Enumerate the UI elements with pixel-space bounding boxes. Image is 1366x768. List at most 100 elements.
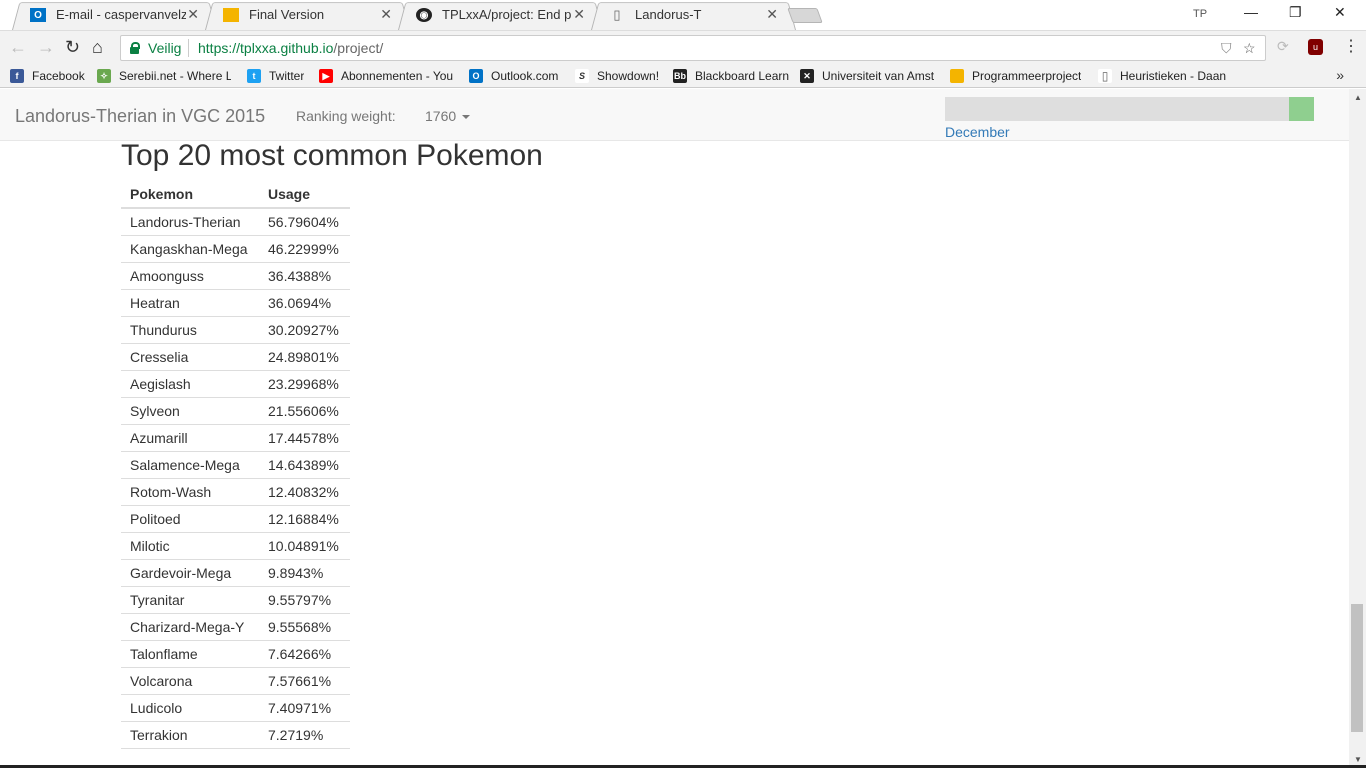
tab-final-version[interactable]: Final Version ✕ <box>205 0 410 30</box>
scroll-up-icon[interactable]: ▲ <box>1354 93 1362 102</box>
bookmark-programmeerproject[interactable]: Programmeerproject <box>950 68 1081 84</box>
tab-email[interactable]: O E-mail - caspervanvelzen ✕ <box>12 0 217 30</box>
usage-percent: 17.44578% <box>259 423 350 451</box>
chevron-right-icon[interactable]: » <box>1336 67 1344 83</box>
table-row: Talonflame 7.64266% <box>121 639 350 667</box>
table-row: Politoed 12.16884% <box>121 504 350 532</box>
restore-icon[interactable]: ❐ <box>1289 4 1302 21</box>
address-bar[interactable]: Veilig https://tplxxa.github.io/project/… <box>120 35 1266 61</box>
close-icon[interactable]: ✕ <box>573 6 585 23</box>
bookmark-outlook[interactable]: O Outlook.com <box>469 68 558 84</box>
usage-percent: 9.55797% <box>259 585 350 613</box>
usage-percent: 9.8943% <box>259 558 350 586</box>
scroll-down-icon[interactable]: ▼ <box>1354 755 1362 764</box>
pokemon-name: Amoonguss <box>121 261 259 289</box>
pokemon-name: Politoed <box>121 504 259 532</box>
ranking-weight-dropdown[interactable]: 1760 <box>425 108 471 124</box>
pokemon-name: Cresselia <box>121 342 259 370</box>
bookmark-youtube[interactable]: ▶ Abonnementen - You <box>319 68 454 84</box>
usage-percent: 7.40971% <box>259 693 350 721</box>
new-tab-button[interactable] <box>787 8 823 23</box>
star-icon[interactable]: ☆ <box>1243 40 1256 57</box>
serebii-icon: ✧ <box>97 69 111 83</box>
bookmark-twitter[interactable]: t Twitter <box>247 68 304 84</box>
ranking-weight-label: Ranking weight: <box>296 108 396 124</box>
table-row: Cresselia 24.89801% <box>121 342 350 370</box>
pokemon-name: Volcarona <box>121 666 259 694</box>
vertical-scrollbar[interactable]: ▲ ▼ <box>1349 89 1366 768</box>
page-icon: ▯ <box>613 7 621 22</box>
month-slider-track[interactable] <box>945 97 1314 121</box>
minimize-icon[interactable]: — <box>1244 4 1258 20</box>
table-row: Rotom-Wash 12.40832% <box>121 477 350 505</box>
tab-landorus[interactable]: ▯ Landorus-T ✕ <box>591 0 796 30</box>
usage-percent: 36.0694% <box>259 288 350 316</box>
tab-title: TPLxxA/project: End proj <box>442 7 572 22</box>
url-text[interactable]: https://tplxxa.github.io/project/ <box>198 40 383 56</box>
pokemon-name: Kangaskhan-Mega <box>121 234 259 262</box>
bookmark-blackboard[interactable]: Bb Blackboard Learn <box>673 68 789 84</box>
table-row: Amoonguss 36.4388% <box>121 261 350 289</box>
scrollbar-thumb[interactable] <box>1351 604 1363 732</box>
table-row: Sylveon 21.55606% <box>121 396 350 424</box>
bookmark-uva[interactable]: ✕ Universiteit van Amst <box>800 68 934 84</box>
bookmark-facebook[interactable]: f Facebook <box>10 68 85 84</box>
home-icon[interactable]: ⌂ <box>92 37 103 58</box>
blocked-icon[interactable]: ⛉ <box>1221 40 1232 57</box>
bookmarks-bar: f Facebook ✧ Serebii.net - Where L t Twi… <box>0 64 1366 88</box>
github-icon: ◉ <box>416 8 432 22</box>
month-slider-handle[interactable] <box>1289 97 1314 121</box>
youtube-icon: ▶ <box>319 69 333 83</box>
pokemon-name: Salamence-Mega <box>121 450 259 478</box>
close-icon[interactable]: ✕ <box>187 6 199 23</box>
browser-toolbar: ← → ↻ ⌂ Veilig https://tplxxa.github.io/… <box>0 30 1366 64</box>
page-title: Top 20 most common Pokemon <box>121 139 543 172</box>
back-icon[interactable]: ← <box>9 37 27 58</box>
usage-percent: 30.20927% <box>259 315 350 343</box>
pokemon-name: Thundurus <box>121 315 259 343</box>
profile-badge[interactable]: TP <box>1193 8 1207 20</box>
bookmark-showdown[interactable]: S Showdown! <box>575 68 659 84</box>
table-row: Gardevoir-Mega 9.8943% <box>121 558 350 586</box>
pokemon-name: Ludicolo <box>121 693 259 721</box>
close-window-icon[interactable]: ✕ <box>1334 4 1346 21</box>
usage-percent: 10.04891% <box>259 531 350 559</box>
bookmark-serebii[interactable]: ✧ Serebii.net - Where L <box>97 68 231 84</box>
bookmark-heuristieken[interactable]: ▯ Heuristieken - Daan <box>1098 68 1226 84</box>
page-icon: ▯ <box>1098 69 1112 83</box>
secure-label: Veilig <box>148 40 182 56</box>
table-row: Landorus-Therian 56.79604% <box>121 207 350 235</box>
lock-icon <box>130 42 140 54</box>
ublock-icon[interactable]: u <box>1308 39 1323 55</box>
usage-percent: 36.4388% <box>259 261 350 289</box>
twitter-icon: t <box>247 69 261 83</box>
usage-percent: 7.57661% <box>259 666 350 694</box>
uva-icon: ✕ <box>800 69 814 83</box>
extension-icon[interactable]: ⟳ <box>1277 38 1289 55</box>
pokemon-name: Sylveon <box>121 396 259 424</box>
table-row: Tyranitar 9.55797% <box>121 585 350 613</box>
close-icon[interactable]: ✕ <box>380 6 392 23</box>
table-row: Aegislash 23.29968% <box>121 369 350 397</box>
tab-github[interactable]: ◉ TPLxxA/project: End proj ✕ <box>398 0 603 30</box>
pokemon-name: Charizard-Mega-Y <box>121 612 259 640</box>
site-brand[interactable]: Landorus-Therian in VGC 2015 <box>15 106 265 127</box>
menu-icon[interactable]: ⋮ <box>1343 36 1359 56</box>
usage-percent: 14.64389% <box>259 450 350 478</box>
outlook-icon: O <box>469 69 483 83</box>
usage-percent: 24.89801% <box>259 342 350 370</box>
reload-icon[interactable]: ↻ <box>65 37 80 58</box>
pokemon-name: Tyranitar <box>121 585 259 613</box>
close-icon[interactable]: ✕ <box>766 6 778 23</box>
column-header-usage: Usage <box>259 180 350 209</box>
pokemon-name: Azumarill <box>121 423 259 451</box>
forward-icon[interactable]: → <box>37 37 55 58</box>
table-row: Milotic 10.04891% <box>121 531 350 559</box>
usage-percent: 23.29968% <box>259 369 350 397</box>
table-row: Volcarona 7.57661% <box>121 666 350 694</box>
pokemon-name: Landorus-Therian <box>121 207 259 235</box>
pokemon-name: Terrakion <box>121 720 259 749</box>
usage-table: Pokemon Usage Landorus-Therian 56.79604% K… <box>121 180 350 749</box>
usage-percent: 12.16884% <box>259 504 350 532</box>
month-label: December <box>945 124 1010 140</box>
